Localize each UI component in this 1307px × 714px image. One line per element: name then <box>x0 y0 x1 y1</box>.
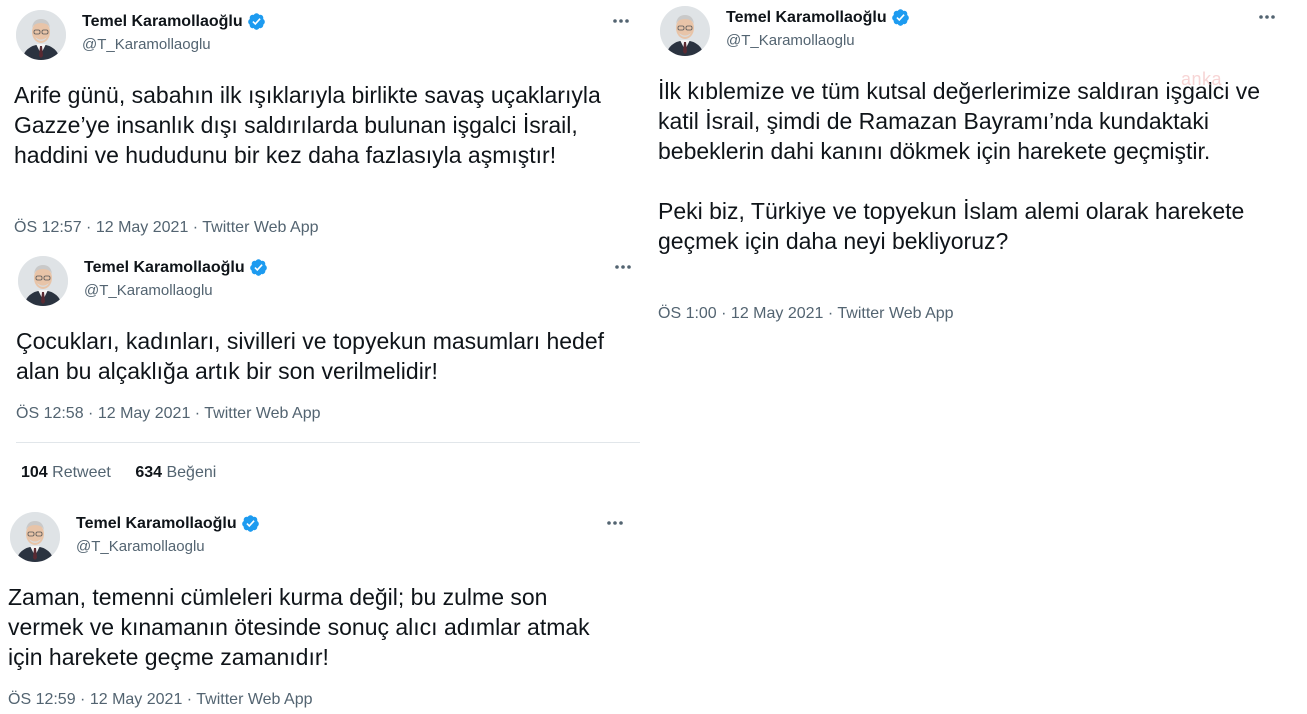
more-dots-icon[interactable] <box>1252 6 1282 28</box>
divider <box>16 442 640 443</box>
tweet-date[interactable]: 12 May 2021 <box>90 691 183 708</box>
verified-badge-icon <box>891 8 910 27</box>
avatar-image <box>16 10 66 60</box>
tweet-text: Zaman, temenni cümleleri kurma değil; bu… <box>8 584 590 670</box>
more-dots-icon[interactable] <box>608 256 638 278</box>
avatar-image <box>660 6 710 56</box>
tweet-header: Temel Karamollaoğlu @T_Karamollaoglu <box>18 256 638 312</box>
tweet-time[interactable]: ÖS 12:59 <box>8 691 76 708</box>
tweet-header: Temel Karamollaoğlu @T_Karamollaoglu <box>660 6 1282 62</box>
meta-separator: · <box>81 219 96 236</box>
avatar[interactable] <box>660 6 710 56</box>
meta-separator: · <box>190 405 205 422</box>
avatar[interactable] <box>18 256 68 306</box>
name-row: Temel Karamollaoğlu <box>76 514 260 533</box>
tweet-time[interactable]: ÖS 1:00 <box>658 305 717 322</box>
tweet-time[interactable]: ÖS 12:57 <box>14 219 82 236</box>
avatar[interactable] <box>16 10 66 60</box>
meta-separator: · <box>716 305 731 322</box>
avatar-image <box>18 256 68 306</box>
tweet-meta: ÖS 12:57 · 12 May 2021 · Twitter Web App <box>14 219 318 237</box>
display-name[interactable]: Temel Karamollaoğlu <box>84 259 245 277</box>
avatar-image <box>10 512 60 562</box>
meta-separator: · <box>188 219 203 236</box>
tweet-stats: 104 Retweet 634 Beğeni <box>21 464 236 482</box>
name-row: Temel Karamollaoğlu <box>82 12 266 31</box>
name-row: Temel Karamollaoğlu <box>84 258 268 277</box>
display-name[interactable]: Temel Karamollaoğlu <box>76 515 237 533</box>
meta-separator: · <box>83 405 98 422</box>
meta-separator: · <box>182 691 197 708</box>
tweet-meta: ÖS 12:59 · 12 May 2021 · Twitter Web App <box>8 691 312 709</box>
tweet-meta: ÖS 1:00 · 12 May 2021 · Twitter Web App <box>658 305 954 323</box>
tweet-date[interactable]: 12 May 2021 <box>731 305 824 322</box>
tweet-header: Temel Karamollaoğlu @T_Karamollaoglu <box>16 10 636 66</box>
meta-separator: · <box>75 691 90 708</box>
watermark: anka <box>1181 69 1223 89</box>
name-row: Temel Karamollaoğlu <box>726 8 910 27</box>
user-handle[interactable]: @T_Karamollaoglu <box>84 282 213 299</box>
user-handle[interactable]: @T_Karamollaoglu <box>82 36 211 53</box>
more-dots-icon[interactable] <box>600 512 630 534</box>
retweet-label: Retweet <box>52 464 111 481</box>
display-name[interactable]: Temel Karamollaoğlu <box>726 9 887 27</box>
tweet-header: Temel Karamollaoğlu @T_Karamollaoglu <box>10 512 630 568</box>
tweet-source[interactable]: Twitter Web App <box>196 691 312 708</box>
tweet-source[interactable]: Twitter Web App <box>837 305 953 322</box>
tweet-text: İlk kıblemize ve tüm kutsal değerlerimiz… <box>658 76 1280 256</box>
more-dots-icon[interactable] <box>606 10 636 32</box>
like-number: 634 <box>135 464 163 481</box>
meta-separator: · <box>823 305 838 322</box>
tweet-source[interactable]: Twitter Web App <box>204 405 320 422</box>
avatar[interactable] <box>10 512 60 562</box>
tweet-date[interactable]: 12 May 2021 <box>96 219 189 236</box>
tweet-time[interactable]: ÖS 12:58 <box>16 405 84 422</box>
user-handle[interactable]: @T_Karamollaoglu <box>76 538 205 555</box>
verified-badge-icon <box>241 514 260 533</box>
retweet-count[interactable]: 104 Retweet <box>21 464 111 481</box>
tweet-meta: ÖS 12:58 · 12 May 2021 · Twitter Web App <box>16 405 320 423</box>
tweet-2[interactable]: Temel Karamollaoğlu @T_Karamollaoglu Çoc… <box>16 256 638 422</box>
tweet-date[interactable]: 12 May 2021 <box>98 405 191 422</box>
like-label: Beğeni <box>166 464 217 481</box>
tweet-4[interactable]: Temel Karamollaoğlu @T_Karamollaoglu İlk… <box>658 6 1282 322</box>
like-count[interactable]: 634 Beğeni <box>135 464 216 481</box>
retweet-number: 104 <box>21 464 48 481</box>
display-name[interactable]: Temel Karamollaoğlu <box>82 13 243 31</box>
verified-badge-icon <box>249 258 268 277</box>
tweet-3[interactable]: Temel Karamollaoğlu @T_Karamollaoglu Zam… <box>8 512 630 708</box>
tweet-1[interactable]: Temel Karamollaoğlu @T_Karamollaoglu Ari… <box>14 10 636 236</box>
tweet-source[interactable]: Twitter Web App <box>202 219 318 236</box>
tweet-text: Arife günü, sabahın ilk ışıklarıyla birl… <box>14 82 601 168</box>
verified-badge-icon <box>247 12 266 31</box>
user-handle[interactable]: @T_Karamollaoglu <box>726 32 855 49</box>
tweet-text: Çocukları, kadınları, sivilleri ve topye… <box>16 328 605 384</box>
tweet-paragraph-2: Peki biz, Türkiye ve topyekun İslam alem… <box>658 198 1245 254</box>
